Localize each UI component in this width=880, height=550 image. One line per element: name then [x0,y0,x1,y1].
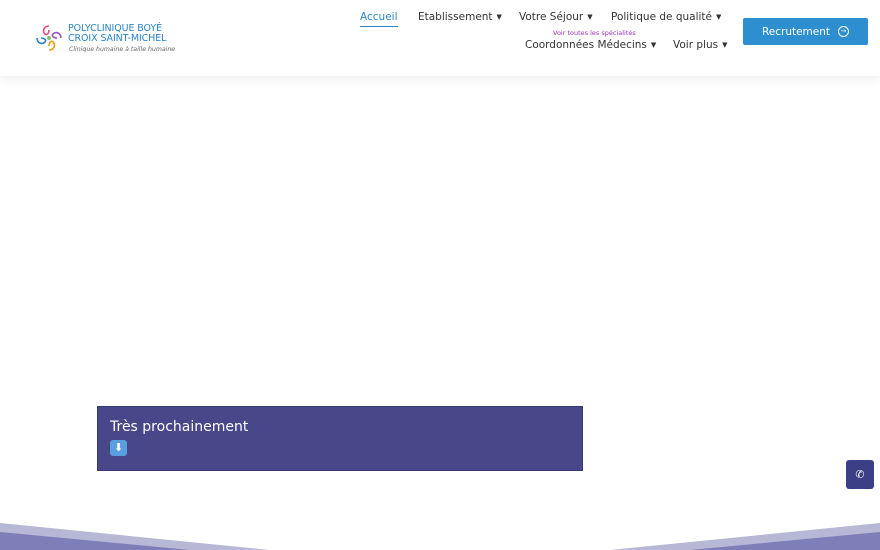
recrutement-button[interactable]: Recrutement → [743,18,868,45]
brand-logo[interactable]: POLYCLINIQUE BOYÉ CROIX SAINT-MICHEL Cli… [34,22,175,56]
logo-mark-icon [36,25,62,51]
nav-politique-qualite[interactable]: Politique de qualité ▼ [611,11,721,23]
brand-name-line2: CROIX SAINT-MICHEL [68,33,167,44]
caret-down-icon: ▼ [722,41,728,49]
recrutement-button-label: Recrutement [761,25,831,38]
nav-politique-qualite-label: Politique de qualité [611,11,712,23]
footer-wave [0,523,880,550]
nav-accueil-label: Accueil [360,11,398,23]
down-arrow-emoji-icon: ⬇ [110,440,127,456]
nav-coordonnees-medecins-label: Coordonnées Médecins [525,39,647,51]
brand-tagline: Clinique humaine à taille humaine [69,46,176,53]
nav-coordonnees-sublabel[interactable]: Voir toutes les spécialités [553,29,636,37]
nav-votre-sejour-label: Votre Séjour [519,11,584,23]
caret-down-icon: ▼ [587,13,593,21]
caret-down-icon: ▼ [650,41,657,49]
caret-down-icon: ▼ [496,13,502,21]
nav-etablissement[interactable]: Etablissement ▼ [418,11,502,23]
phone-icon: ✆ [855,468,865,481]
nav-etablissement-label: Etablissement [418,11,493,23]
nav-votre-sejour[interactable]: Votre Séjour ▼ [519,11,593,23]
caret-down-icon: ▼ [716,13,722,21]
arrow-right-circle-icon: → [838,26,850,37]
nav-voir-plus[interactable]: Voir plus ▼ [673,39,727,51]
phone-button[interactable]: ✆ [846,460,874,489]
nav-accueil[interactable]: Accueil [360,11,398,27]
promo-title: Très prochainement [110,419,249,435]
promo-banner: Très prochainement ⬇ [97,406,583,471]
site-header: POLYCLINIQUE BOYÉ CROIX SAINT-MICHEL Cli… [0,0,880,76]
nav-coordonnees-medecins[interactable]: Coordonnées Médecins ▼ [525,39,656,51]
nav-voir-plus-label: Voir plus [673,39,719,51]
